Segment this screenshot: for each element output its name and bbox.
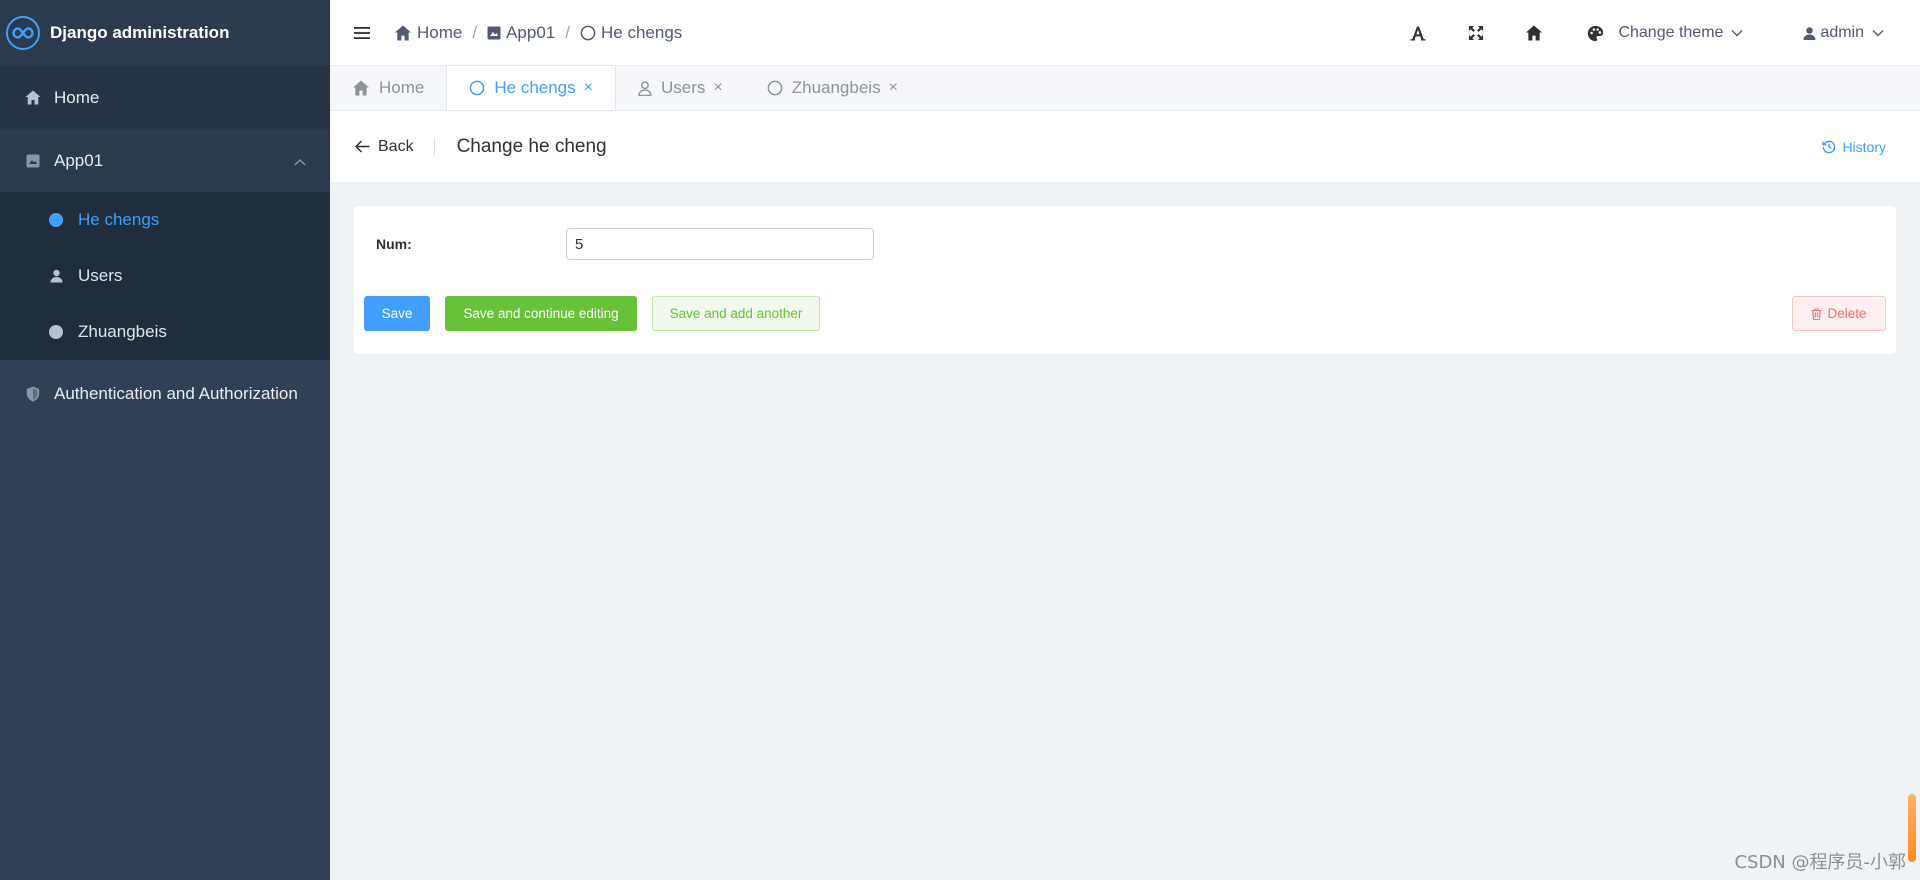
circle-icon <box>580 25 596 40</box>
breadcrumb-he-chengs: He chengs <box>580 23 682 43</box>
sidebar-item-label: Authentication and Authorization <box>54 384 298 403</box>
sidebar-item-label: App01 <box>54 150 104 170</box>
breadcrumb-home[interactable]: Home <box>394 23 462 43</box>
sidebar-item-label: Zhuangbeis <box>78 322 167 341</box>
dot-icon <box>48 212 64 228</box>
tab-zhuangbeis[interactable]: Zhuangbeis × <box>745 66 920 110</box>
tab-label: He chengs <box>494 78 576 97</box>
user-label: admin <box>1820 24 1864 41</box>
user-dropdown[interactable]: admin <box>1803 24 1884 42</box>
history-link[interactable]: History <box>1822 139 1886 155</box>
app-icon <box>24 152 42 170</box>
tab-he-chengs[interactable]: He chengs × <box>446 66 616 110</box>
history-icon <box>1822 140 1836 153</box>
close-icon[interactable]: × <box>713 79 722 97</box>
hamburger-menu-icon[interactable] <box>354 26 370 40</box>
change-theme-label: Change theme <box>1618 24 1724 41</box>
save-continue-button[interactable]: Save and continue editing <box>445 296 637 331</box>
delete-button[interactable]: Delete <box>1792 296 1886 331</box>
scroll-indicator[interactable] <box>1908 794 1916 862</box>
sidebar-item-home[interactable]: Home <box>0 66 330 129</box>
close-icon[interactable]: × <box>584 79 593 97</box>
home-icon <box>24 89 42 107</box>
sidebar-item-app01[interactable]: App01 <box>0 129 330 192</box>
top-header: Home / App01 / He chengs Change theme ad… <box>330 0 1920 66</box>
history-label: History <box>1842 138 1886 155</box>
sidebar-item-label: Users <box>78 266 123 285</box>
user-icon <box>1803 26 1816 40</box>
home-icon <box>395 25 411 40</box>
user-icon <box>48 268 64 284</box>
tab-bar: Home He chengs × Users × Zhuangbeis × <box>330 66 1920 111</box>
shield-icon <box>24 385 42 403</box>
breadcrumb-separator: / <box>565 22 570 42</box>
back-button[interactable]: Back <box>355 137 435 156</box>
num-input[interactable] <box>566 228 874 260</box>
close-icon[interactable]: × <box>889 79 898 97</box>
brand-title: Django administration <box>50 23 230 42</box>
page-title: Change he cheng <box>456 135 607 157</box>
breadcrumb: Home / App01 / He chengs <box>394 23 682 43</box>
fullscreen-icon[interactable] <box>1465 22 1487 44</box>
brand[interactable]: Django administration <box>0 0 330 66</box>
palette-icon <box>1588 25 1604 41</box>
sidebar-item-label: Home <box>54 87 100 107</box>
sidebar-item-label: He chengs <box>78 210 160 229</box>
header-toolbar: Change theme admin <box>1407 0 1920 66</box>
submit-row: Save Save and continue editing Save and … <box>364 296 1886 331</box>
change-theme-dropdown[interactable]: Change theme <box>1587 24 1743 42</box>
tab-users[interactable]: Users × <box>616 66 745 110</box>
breadcrumb-label: App01 <box>506 22 556 42</box>
user-icon <box>638 80 652 96</box>
sidebar-item-zhuangbeis[interactable]: Zhuangbeis <box>0 304 330 360</box>
num-label: Num: <box>376 236 412 252</box>
breadcrumb-label: Home <box>417 22 463 42</box>
tab-home[interactable]: Home <box>330 66 446 110</box>
main: Home / App01 / He chengs Change theme ad… <box>330 0 1920 880</box>
circle-icon <box>767 80 783 96</box>
back-label: Back <box>378 137 414 155</box>
sidebar-item-auth[interactable]: Authentication and Authorization <box>0 360 330 428</box>
tab-label: Users <box>660 78 706 97</box>
chevron-down-icon <box>1872 30 1884 37</box>
tab-label: Home <box>379 78 425 97</box>
circle-icon <box>470 80 485 96</box>
breadcrumb-label: He chengs <box>601 22 683 42</box>
breadcrumb-separator: / <box>472 22 478 42</box>
save-add-another-button[interactable]: Save and add another <box>652 296 820 331</box>
chevron-up-icon <box>294 151 306 171</box>
app-icon <box>487 26 501 39</box>
trash-icon <box>1811 307 1822 320</box>
dot-icon <box>48 324 64 340</box>
tab-label: Zhuangbeis <box>791 78 881 97</box>
form-row-num: Num: <box>376 228 874 260</box>
change-form: Num: Save Save and continue editing Save… <box>354 206 1896 354</box>
watermark: CSDN @程序员-小郭 <box>1734 852 1906 873</box>
infinity-logo-icon <box>6 16 40 50</box>
save-button[interactable]: Save <box>364 296 430 331</box>
delete-label: Delete <box>1827 306 1867 321</box>
arrow-left-icon <box>355 140 370 153</box>
chevron-down-icon <box>1731 30 1743 37</box>
sidebar-submenu-app01: He chengs Users Zhuangbeis <box>0 192 330 360</box>
home-icon <box>353 80 369 96</box>
sidebar-item-users[interactable]: Users <box>0 248 330 304</box>
sidebar: Django administration Home App01 He chen… <box>0 0 330 880</box>
breadcrumb-app01[interactable]: App01 <box>487 23 555 43</box>
font-size-icon[interactable] <box>1407 22 1429 44</box>
sidebar-item-he-chengs[interactable]: He chengs <box>0 192 330 248</box>
page-header: Back Change he cheng History <box>330 111 1920 183</box>
home-icon[interactable] <box>1523 22 1545 44</box>
